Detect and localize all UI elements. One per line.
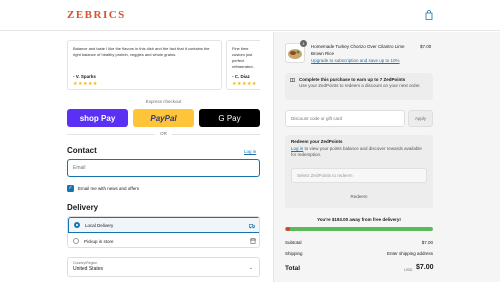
progress-fill — [285, 227, 433, 231]
delivery-option-pickup[interactable]: Pickup in store — [68, 233, 259, 247]
google-pay-button[interactable]: G Pay — [199, 109, 260, 127]
review-text: Balance and taste I like the flavors in … — [73, 46, 210, 57]
rating-stars: ★★★★★ — [73, 81, 98, 87]
zedpoints-title: Complete this purchase to earn up to 7 Z… — [299, 77, 406, 82]
logo[interactable]: ZEBRICS — [67, 9, 126, 21]
delivery-option-label: Local Delivery — [85, 222, 114, 228]
delivery-options: Local Delivery Pickup in store — [67, 216, 260, 248]
delivery-heading: Delivery — [67, 203, 99, 212]
review-card: Fine time custom just perfect refrigerat… — [226, 40, 260, 90]
chevron-down-icon: ⌄ — [248, 265, 253, 271]
shipping-value: Enter shipping address — [386, 251, 433, 256]
free-delivery-progress — [285, 227, 433, 231]
redeem-points-select[interactable]: Select ZedPoints to redeem — [291, 168, 427, 183]
email-field[interactable] — [67, 159, 260, 177]
shipping-label: Shipping — [285, 251, 303, 256]
login-link[interactable]: Log in — [244, 149, 256, 154]
apply-discount-button[interactable]: Apply — [408, 110, 433, 127]
shop-pay-button[interactable]: shop Pay — [67, 109, 128, 127]
free-delivery-message: You're $193.00 away from free delivery! — [317, 217, 401, 222]
header: ZEBRICS — [0, 0, 500, 31]
delivery-option-label: Pickup in store — [84, 238, 114, 244]
store-icon — [250, 238, 256, 244]
discount-code-input[interactable] — [285, 110, 405, 127]
total-value: $7.00 — [416, 264, 434, 271]
express-checkout-label: Express checkout — [145, 99, 182, 104]
zedpoints-earn-box: Complete this purchase to earn up to 7 Z… — [285, 73, 433, 100]
radio-selected-icon[interactable] — [74, 222, 80, 228]
zedpoints-subtitle: Use your ZedPoints to redeem a discount … — [299, 83, 421, 88]
product-name: Homemade Turkey Chorizo Over Cilantro Li… — [311, 44, 405, 56]
total-label: Total — [285, 265, 301, 272]
redeem-zedpoints-panel: Redeem your ZedPoints Log in to view you… — [285, 135, 433, 208]
country-label: Country/Region — [73, 261, 98, 265]
delivery-option-local[interactable]: Local Delivery — [68, 217, 259, 233]
rating-stars: ★★★★★ — [232, 81, 257, 87]
country-select[interactable]: Country/Region United States ⌄ — [67, 257, 260, 277]
quantity-badge: 1 — [300, 40, 307, 47]
redeem-title: Redeem your ZedPoints — [291, 139, 343, 144]
country-value: United States — [73, 266, 104, 272]
redeem-description: Log in to view your points balance and d… — [291, 146, 427, 158]
shopping-bag-icon[interactable] — [425, 10, 433, 20]
newsletter-label: Email me with news and offers — [78, 186, 139, 191]
subtotal-label: Subtotal — [285, 240, 302, 245]
paypal-button[interactable]: PayPal — [133, 109, 194, 127]
subtotal-value: $7.00 — [421, 240, 433, 245]
gift-icon — [290, 78, 295, 82]
newsletter-checkbox-row[interactable]: ✓ Email me with news and offers — [67, 185, 139, 192]
review-author: - V. Sparks — [73, 74, 96, 79]
truck-icon — [249, 223, 255, 229]
upgrade-subscription-link[interactable]: Upgrade to subscription and save up to 1… — [311, 58, 400, 63]
review-card: Balance and taste I like the flavors in … — [67, 40, 222, 90]
checkbox-checked-icon[interactable]: ✓ — [67, 185, 74, 192]
redeem-description-text: to view your points balance and discover… — [291, 146, 422, 157]
progress-marker — [286, 227, 290, 231]
review-author: - C. Diaz — [232, 74, 250, 79]
redeem-login-link[interactable]: Log in — [291, 146, 303, 151]
review-text: Fine time custom just perfect refrigerat… — [232, 46, 255, 68]
redeem-button[interactable]: Redeem — [291, 189, 427, 203]
product-price: $7.00 — [420, 44, 432, 49]
contact-heading: Contact — [67, 146, 97, 155]
radio-unselected-icon[interactable] — [73, 238, 79, 244]
divider — [172, 134, 260, 135]
currency-code: USD — [404, 267, 413, 272]
